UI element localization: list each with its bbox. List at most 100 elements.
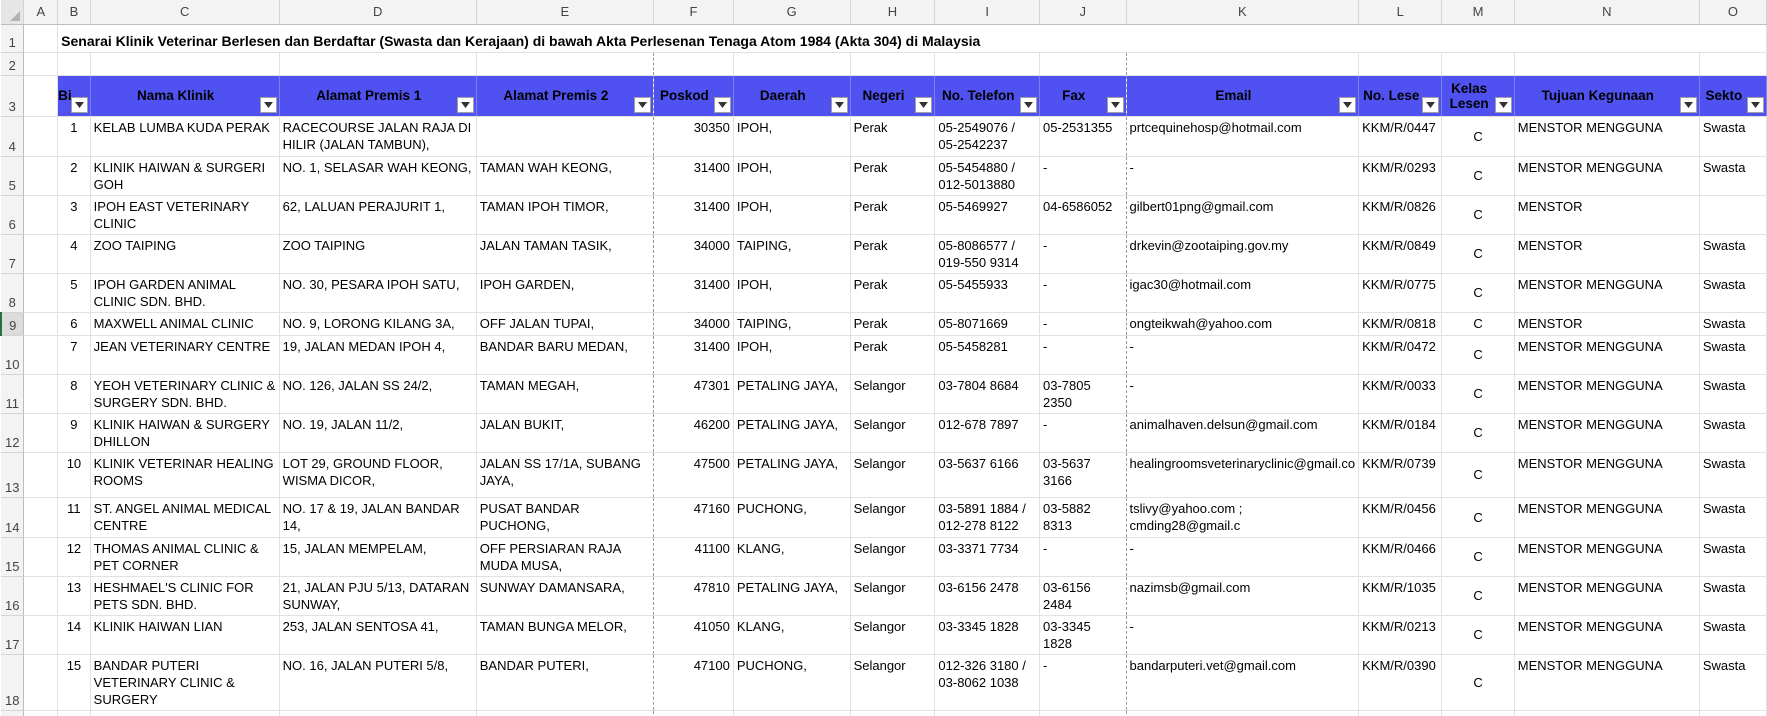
cell-alamat2[interactable]: TAMAN IPOH TIMOR,	[476, 195, 655, 235]
filter-dropdown-icon[interactable]	[1494, 96, 1512, 113]
row-header-3[interactable]: 3	[1, 75, 25, 117]
cell-lesen[interactable]: KKM/R/0213	[1358, 615, 1443, 655]
cell-alamat1[interactable]: 19, JALAN MEDAN IPOH 4,	[279, 335, 477, 375]
cell-lesen[interactable]: KKM/R/0625	[1358, 710, 1443, 716]
header-sektor[interactable]: Sekto	[1699, 75, 1767, 117]
cell-negeri[interactable]: Perak	[850, 116, 936, 157]
column-header-c[interactable]: C	[90, 0, 280, 25]
cell-kelas[interactable]: C	[1441, 116, 1515, 157]
header-poskod[interactable]: Poskod	[653, 75, 734, 117]
cell-sektor[interactable]: Swasta	[1699, 654, 1767, 711]
cell-poskod[interactable]: 43200	[653, 710, 734, 716]
cell-bil[interactable]: 16	[57, 710, 91, 716]
cell-a[interactable]	[23, 374, 59, 414]
cell-telefon[interactable]: 05-5454880 / 012-5013880	[934, 156, 1040, 196]
filter-dropdown-icon[interactable]	[1020, 96, 1037, 113]
sheet-title[interactable]: Senarai Klinik Veterinar Berlesen dan Be…	[57, 24, 1767, 53]
cell-alamat2[interactable]: OFF PERSIARAN RAJA MUDA MUSA,	[476, 537, 655, 577]
cell-a[interactable]	[23, 537, 59, 577]
cell-a[interactable]	[23, 497, 59, 538]
row-header-11[interactable]: 11	[1, 374, 25, 414]
cell-tujuan[interactable]: MENSTOR	[1514, 312, 1700, 336]
row-header-1[interactable]: 1	[1, 24, 25, 53]
cell-fax[interactable]: 03-5637 3166	[1039, 452, 1127, 498]
filter-dropdown-icon[interactable]	[830, 96, 848, 113]
row-header-7[interactable]: 7	[1, 234, 25, 274]
cell-fax[interactable]: 03-7805 2350	[1039, 374, 1127, 414]
cell-empty[interactable]	[1441, 52, 1515, 76]
cell-tujuan[interactable]: MENSTOR MENGGUNA	[1514, 273, 1700, 313]
cell-sektor[interactable]: Swasta	[1699, 234, 1767, 274]
cell-email[interactable]: drkevin@zootaiping.gov.my	[1126, 234, 1360, 274]
cell-poskod[interactable]: 47500	[653, 452, 734, 498]
cell-kelas[interactable]: C	[1441, 497, 1515, 538]
cell-fax[interactable]: -	[1039, 234, 1127, 274]
cell-alamat1[interactable]: 38, JALAN TEMENGGUNG 7/9,	[279, 710, 477, 716]
cell-a[interactable]	[23, 576, 59, 616]
column-header-e[interactable]: E	[476, 0, 655, 25]
cell-lesen[interactable]: KKM/R/0739	[1358, 452, 1443, 498]
cell-email[interactable]: tslivy@yahoo.com ; cmding28@gmail.c	[1126, 497, 1360, 538]
cell-alamat2[interactable]: TAMAN WAH KEONG,	[476, 156, 655, 196]
cell-fax[interactable]: 04-6586052	[1039, 195, 1127, 235]
cell-alamat1[interactable]: 253, JALAN SENTOSA 41,	[279, 615, 477, 655]
cell-bil[interactable]: 15	[57, 654, 91, 711]
cell-telefon[interactable]: 03-5637 6166	[934, 452, 1040, 498]
cell-lesen[interactable]: KKM/R/0033	[1358, 374, 1443, 414]
cell-a[interactable]	[23, 710, 59, 716]
cell-negeri[interactable]: Selangor	[850, 615, 936, 655]
cell-negeri[interactable]: Selangor	[850, 537, 936, 577]
cell-fax[interactable]: -	[1039, 312, 1127, 336]
cell-alamat1[interactable]: NO. 9, LORONG KILANG 3A,	[279, 312, 477, 336]
cell-sektor[interactable]: Swasta	[1699, 615, 1767, 655]
cell-daerah[interactable]: PUCHONG,	[733, 497, 851, 538]
cell-empty[interactable]	[733, 52, 851, 76]
row-header-2[interactable]: 2	[1, 52, 25, 76]
cell-poskod[interactable]: 46200	[653, 413, 734, 453]
cell-tujuan[interactable]: MENSTOR MENGGUNA	[1514, 497, 1700, 538]
cell-email[interactable]: -	[1126, 537, 1360, 577]
cell-email[interactable]: prtcequinehosp@hotmail.com	[1126, 116, 1360, 157]
cell-email[interactable]: igac30@hotmail.com	[1126, 273, 1360, 313]
row-header-13[interactable]: 13	[1, 452, 25, 498]
cell-alamat1[interactable]: ZOO TAIPING	[279, 234, 477, 274]
cell-lesen[interactable]: KKM/R/0447	[1358, 116, 1443, 157]
header-negeri[interactable]: Negeri	[850, 75, 936, 117]
column-header-a[interactable]: A	[23, 0, 59, 25]
cell-alamat2[interactable]: OFF JALAN TUPAI,	[476, 312, 655, 336]
cell-alamat2[interactable]	[476, 116, 655, 157]
cell-daerah[interactable]: PETALING JAYA,	[733, 576, 851, 616]
cell-a[interactable]	[23, 452, 59, 498]
header-no-telefon[interactable]: No. Telefon	[934, 75, 1040, 117]
cell-telefon[interactable]: 05-8071669	[934, 312, 1040, 336]
cell-a[interactable]	[23, 312, 59, 336]
column-header-i[interactable]: I	[934, 0, 1040, 25]
cell-telefon[interactable]: 012-326 3180 / 03-8062 1038	[934, 654, 1040, 711]
cell-telefon[interactable]: 03-6156 2478	[934, 576, 1040, 616]
cell-nama[interactable]: BANDAR PUTERI VETERINARY CLINIC & SURGER…	[90, 654, 280, 711]
cell-telefon[interactable]: 03-7804 8684	[934, 374, 1040, 414]
cell-a[interactable]	[23, 413, 59, 453]
cell-bil[interactable]: 1	[57, 116, 91, 157]
cell-fax[interactable]: 03-3345 1828	[1039, 615, 1127, 655]
cell-alamat1[interactable]: LOT 29, GROUND FLOOR, WISMA DICOR,	[279, 452, 477, 498]
cell-daerah[interactable]: IPOH,	[733, 156, 851, 196]
cell-alamat2[interactable]: BANDAR MAHKOTA CHERAS,	[476, 710, 655, 716]
cell-daerah[interactable]: IPOH,	[733, 195, 851, 235]
cell-email[interactable]: animalhaven.delsun@gmail.com	[1126, 413, 1360, 453]
cell-sektor[interactable]: Swasta	[1699, 537, 1767, 577]
cell-alamat1[interactable]: 62, LALUAN PERAJURIT 1,	[279, 195, 477, 235]
cell-lesen[interactable]: KKM/R/0390	[1358, 654, 1443, 711]
cell-lesen[interactable]: KKM/R/0293	[1358, 156, 1443, 196]
cell-empty[interactable]	[934, 52, 1040, 76]
cell-bil[interactable]: 7	[57, 335, 91, 375]
row-header-15[interactable]: 15	[1, 537, 25, 577]
cell-empty[interactable]	[1699, 52, 1767, 76]
cell-fax[interactable]: 03-6156 2484	[1039, 576, 1127, 616]
row-header-8[interactable]: 8	[1, 273, 25, 313]
cell-tujuan[interactable]: MENSTOR MENGGUNA	[1514, 116, 1700, 157]
column-header-f[interactable]: F	[653, 0, 734, 25]
cell-alamat1[interactable]: 15, JALAN MEMPELAM,	[279, 537, 477, 577]
cell-fax[interactable]: 03-5882 8313	[1039, 497, 1127, 538]
cell-nama[interactable]: JEAN VETERINARY CENTRE	[90, 335, 280, 375]
